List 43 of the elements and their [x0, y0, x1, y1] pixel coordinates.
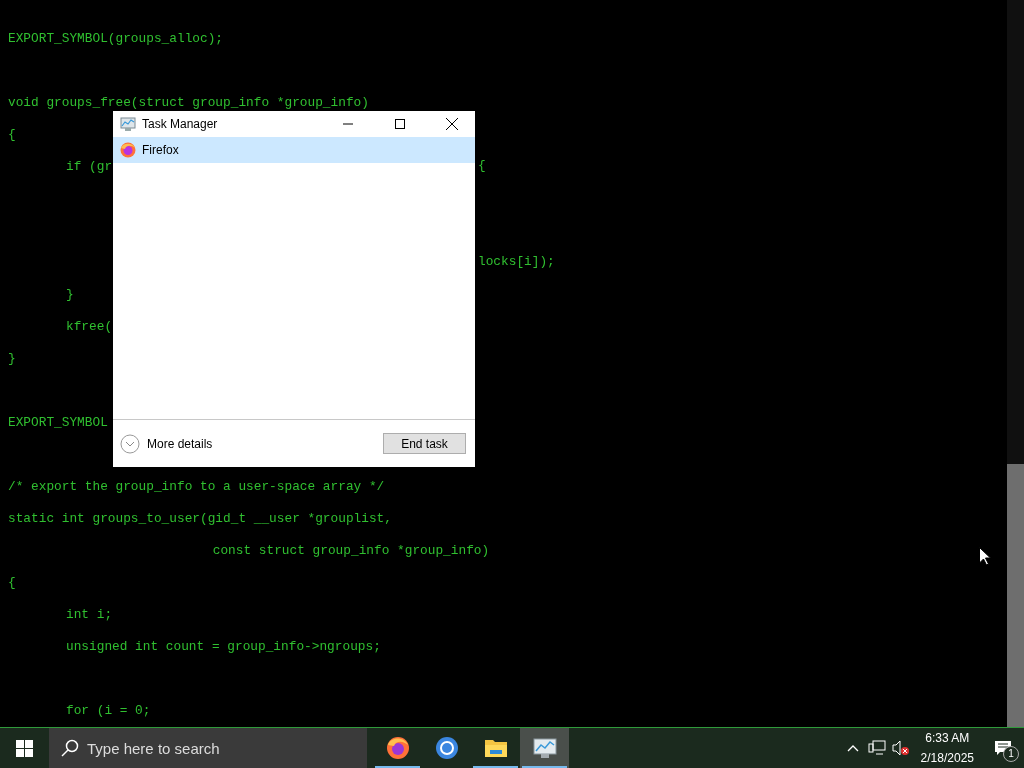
mouse-pointer-icon [979, 547, 991, 567]
chevron-up-icon [846, 744, 859, 752]
code-line: { [478, 158, 486, 173]
monitor-chart-icon [120, 116, 136, 132]
notifications-button[interactable]: 1 [982, 728, 1024, 768]
search-field[interactable]: Type here to search [49, 728, 367, 768]
windows-logo-icon [16, 739, 33, 757]
code-line: } [65, 286, 74, 302]
code-line: EXPORT_SYMBOL [8, 414, 108, 430]
code-line: int i; [65, 606, 113, 622]
taskbar-app[interactable] [520, 728, 569, 768]
end-task-button[interactable]: End task [383, 433, 466, 454]
clock-date: 2/18/2025 [920, 750, 974, 767]
maximize-icon [395, 119, 405, 129]
monitor-chart-icon [532, 736, 557, 760]
code-line: unsigned int count = group_info->ngroups; [65, 638, 381, 654]
code-line: if (gr [65, 158, 113, 174]
search-icon [61, 739, 79, 757]
close-icon [446, 118, 458, 130]
scrollbar-thumb[interactable] [1007, 464, 1024, 728]
code-line: { [8, 574, 16, 590]
more-details-button[interactable]: More details [120, 433, 213, 454]
code-line: { [8, 126, 16, 142]
globe-icon [434, 736, 459, 760]
network-icon [867, 740, 886, 756]
clock-time: 6:33 AM [924, 730, 971, 747]
fox-icon [120, 142, 136, 158]
muted-speaker-icon [891, 740, 910, 756]
code-line: for (i = 0; [65, 702, 151, 718]
code-line: /* export the group_info to a user-space array */ [8, 478, 385, 494]
code-line: static int groups_to_user(gid_t __user *grouplist, [8, 510, 392, 526]
chevron-down-icon [120, 433, 140, 454]
app-row[interactable]: Firefox [113, 137, 475, 163]
window-title: Task Manager [142, 116, 219, 133]
code-line: locks[i]); [478, 254, 555, 269]
code-line: kfree( [65, 318, 113, 334]
code-line: } [8, 350, 16, 366]
code-line: const struct group_info *group_info) [211, 542, 490, 558]
clock[interactable]: 6:33 AM 2/18/2025 [912, 728, 982, 768]
code-line: void groups_free(struct group_info *group_info) [8, 94, 369, 110]
fox-icon [385, 736, 410, 760]
notification-count: 1 [1003, 746, 1019, 762]
code-line: EXPORT_SYMBOL(groups_alloc); [8, 30, 224, 46]
